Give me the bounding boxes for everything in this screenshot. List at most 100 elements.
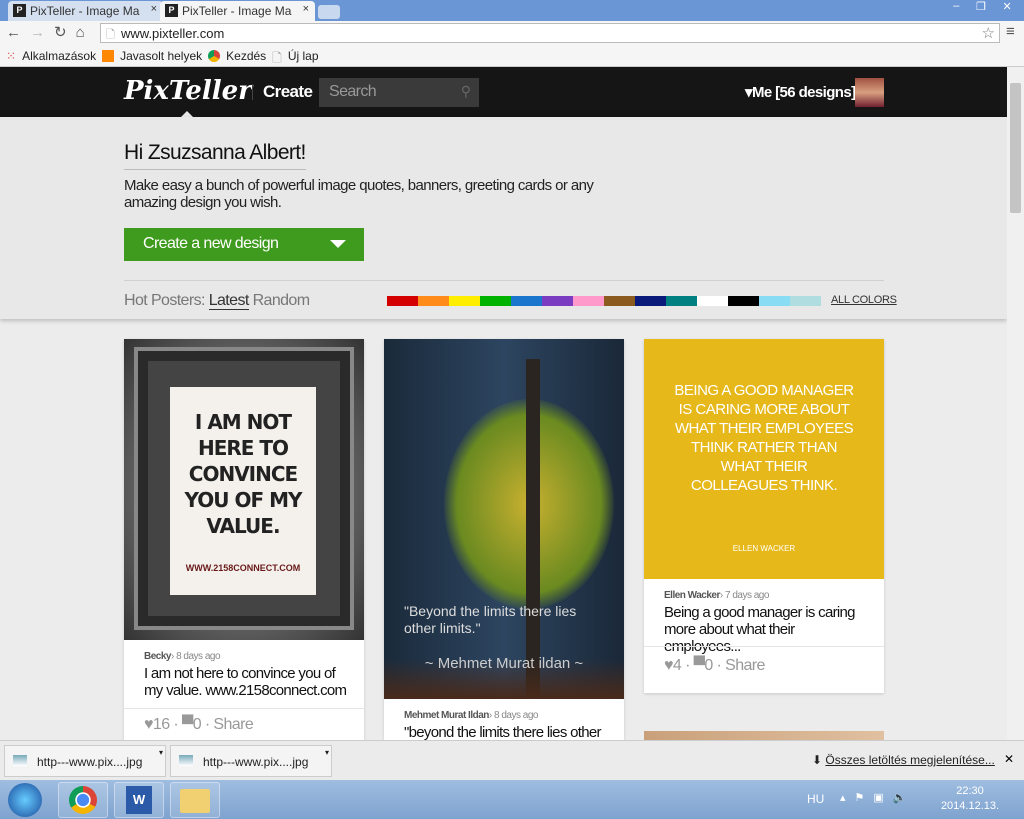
clock[interactable]: 22:30 2014.12.13. xyxy=(940,784,1000,814)
star-icon[interactable]: ☆ xyxy=(982,24,995,42)
tab-bar: P PixTeller - Image Ma × P PixTeller - Imag… xyxy=(0,0,1024,21)
all-colors-link[interactable]: ALL COLORS xyxy=(831,294,897,306)
greeting: Hi Zsuzsanna Albert! xyxy=(124,141,306,170)
search-icon[interactable]: ⚲ xyxy=(461,83,471,100)
new-tab-button[interactable] xyxy=(318,5,340,19)
caret-down-icon[interactable]: ▾ xyxy=(325,748,329,757)
logo[interactable]: PixTeller xyxy=(124,76,252,106)
divider xyxy=(252,84,253,100)
window-controls[interactable]: – ❐ ✕ xyxy=(945,0,1020,15)
color-swatch[interactable] xyxy=(635,296,666,306)
home-icon[interactable]: ⌂ xyxy=(76,24,94,41)
user-menu[interactable]: ▾Me [56 designs] xyxy=(745,83,856,101)
color-swatch[interactable] xyxy=(759,296,790,306)
card-meta: Ellen Wacker› 7 days ago xyxy=(664,590,769,601)
language-indicator[interactable]: HU xyxy=(807,792,824,806)
download-icon: ⬇ xyxy=(812,753,823,767)
menu-icon[interactable]: ≡ xyxy=(1006,23,1015,40)
divider xyxy=(124,280,884,281)
scrollbar[interactable] xyxy=(1007,67,1024,740)
network-icon[interactable]: ▣ xyxy=(873,792,892,804)
poster-image[interactable]: "Beyond the limits there lies other limi… xyxy=(384,339,624,699)
pixteller-favicon: P xyxy=(13,4,26,17)
color-swatch[interactable] xyxy=(542,296,573,306)
start-button[interactable] xyxy=(8,783,42,817)
nav-buttons[interactable]: ←→↻⌂ xyxy=(6,23,94,41)
taskbar-chrome[interactable] xyxy=(58,782,108,818)
poster-card[interactable]: BEING A GOOD MANAGER IS CARING MORE ABOU… xyxy=(644,339,884,693)
close-icon[interactable]: ✕ xyxy=(1002,0,1011,15)
suggested-icon xyxy=(102,50,115,62)
color-swatch[interactable] xyxy=(573,296,604,306)
reload-icon[interactable]: ↻ xyxy=(54,24,76,41)
close-tab-icon[interactable]: × xyxy=(151,3,157,15)
browser-tab-active[interactable]: P PixTeller - Image Ma × xyxy=(160,1,315,21)
color-swatch[interactable] xyxy=(604,296,635,306)
card-title[interactable]: I am not here to convince you of my valu… xyxy=(144,665,354,699)
image-file-icon xyxy=(13,755,27,766)
color-swatch[interactable] xyxy=(449,296,480,306)
restore-icon[interactable]: ❐ xyxy=(976,0,986,15)
create-design-button[interactable]: Create a new design xyxy=(124,228,364,261)
author-link[interactable]: Becky xyxy=(144,651,171,662)
flag-icon[interactable]: ⚑ xyxy=(855,792,874,804)
image-file-icon xyxy=(179,755,193,766)
author-link[interactable]: Ellen Wacker xyxy=(664,590,720,601)
share-button[interactable]: Share xyxy=(725,657,765,674)
chrome-icon xyxy=(69,786,97,814)
download-item[interactable]: http---www.pix....jpg ▾ xyxy=(4,745,166,777)
color-swatch[interactable] xyxy=(728,296,759,306)
poster-image[interactable]: BEING A GOOD MANAGER IS CARING MORE ABOU… xyxy=(644,339,884,579)
show-hidden-icon[interactable]: ▴ xyxy=(840,792,855,804)
forward-icon[interactable]: → xyxy=(30,24,54,41)
like-icon[interactable]: ♥ xyxy=(144,716,154,733)
url-input[interactable]: 🗋 www.pixteller.com ☆ xyxy=(100,23,1000,43)
show-all-downloads-link[interactable]: ⬇ Összes letöltés megjelenítése... xyxy=(812,753,995,767)
word-icon: W xyxy=(126,786,152,814)
poster-card[interactable]: I AM NOT HERE TO CONVINCE YOU OF MY VALU… xyxy=(124,339,364,740)
close-icon[interactable]: ✕ xyxy=(1004,752,1014,766)
color-swatch[interactable] xyxy=(511,296,542,306)
downloads-bar: http---www.pix....jpg ▾ http---www.pix...… xyxy=(0,740,1024,780)
color-swatch[interactable] xyxy=(387,296,418,306)
scrollbar-thumb[interactable] xyxy=(1010,83,1021,213)
browser-tab[interactable]: P PixTeller - Image Ma × xyxy=(8,1,163,21)
pixteller-favicon: P xyxy=(165,4,178,17)
like-icon[interactable]: ♥ xyxy=(664,657,674,674)
filter-random[interactable]: Random xyxy=(253,292,310,309)
color-swatch[interactable] xyxy=(418,296,449,306)
active-pointer xyxy=(181,105,193,117)
hot-posters-filter: Hot Posters: Latest Random xyxy=(124,292,310,310)
chrome-icon xyxy=(208,50,221,62)
poster-image[interactable]: I AM NOT HERE TO CONVINCE YOU OF MY VALU… xyxy=(124,339,364,640)
color-swatch[interactable] xyxy=(790,296,821,306)
back-icon[interactable]: ← xyxy=(6,24,30,41)
share-button[interactable]: Share xyxy=(213,716,253,733)
welcome-panel: Hi Zsuzsanna Albert! Make easy a bunch o… xyxy=(0,117,1007,319)
color-swatch[interactable] xyxy=(697,296,728,306)
card-meta: Mehmet Murat Ildan› 8 days ago xyxy=(404,710,538,721)
author-link[interactable]: Mehmet Murat Ildan xyxy=(404,710,489,721)
caret-down-icon[interactable]: ▾ xyxy=(159,748,163,757)
tray-icons[interactable]: ▴⚑▣🔈 xyxy=(840,791,916,804)
create-link[interactable]: Create xyxy=(263,82,313,102)
search-input[interactable]: Search ⚲ xyxy=(319,78,479,107)
comment-icon[interactable]: ▀ xyxy=(694,657,705,674)
color-swatch[interactable] xyxy=(480,296,511,306)
folder-icon xyxy=(180,789,210,813)
poster-card[interactable] xyxy=(644,731,884,740)
color-swatch[interactable] xyxy=(666,296,697,306)
taskbar-word[interactable]: W xyxy=(114,782,164,818)
close-tab-icon[interactable]: × xyxy=(303,3,309,15)
minimize-icon[interactable]: – xyxy=(953,0,959,15)
download-item[interactable]: http---www.pix....jpg ▾ xyxy=(170,745,332,777)
taskbar-explorer[interactable] xyxy=(170,782,220,818)
comment-icon[interactable]: ▀ xyxy=(182,716,193,733)
card-actions: ♥4 · ▀0 · Share xyxy=(644,646,884,693)
avatar[interactable] xyxy=(855,78,884,107)
taskbar: W HU ▴⚑▣🔈 22:30 2014.12.13. xyxy=(0,780,1024,819)
volume-icon[interactable]: 🔈 xyxy=(893,792,916,804)
filter-latest[interactable]: Latest xyxy=(208,292,249,310)
poster-card[interactable]: "Beyond the limits there lies other limi… xyxy=(384,339,624,740)
card-title[interactable]: "beyond the limits there lies other xyxy=(404,724,624,740)
